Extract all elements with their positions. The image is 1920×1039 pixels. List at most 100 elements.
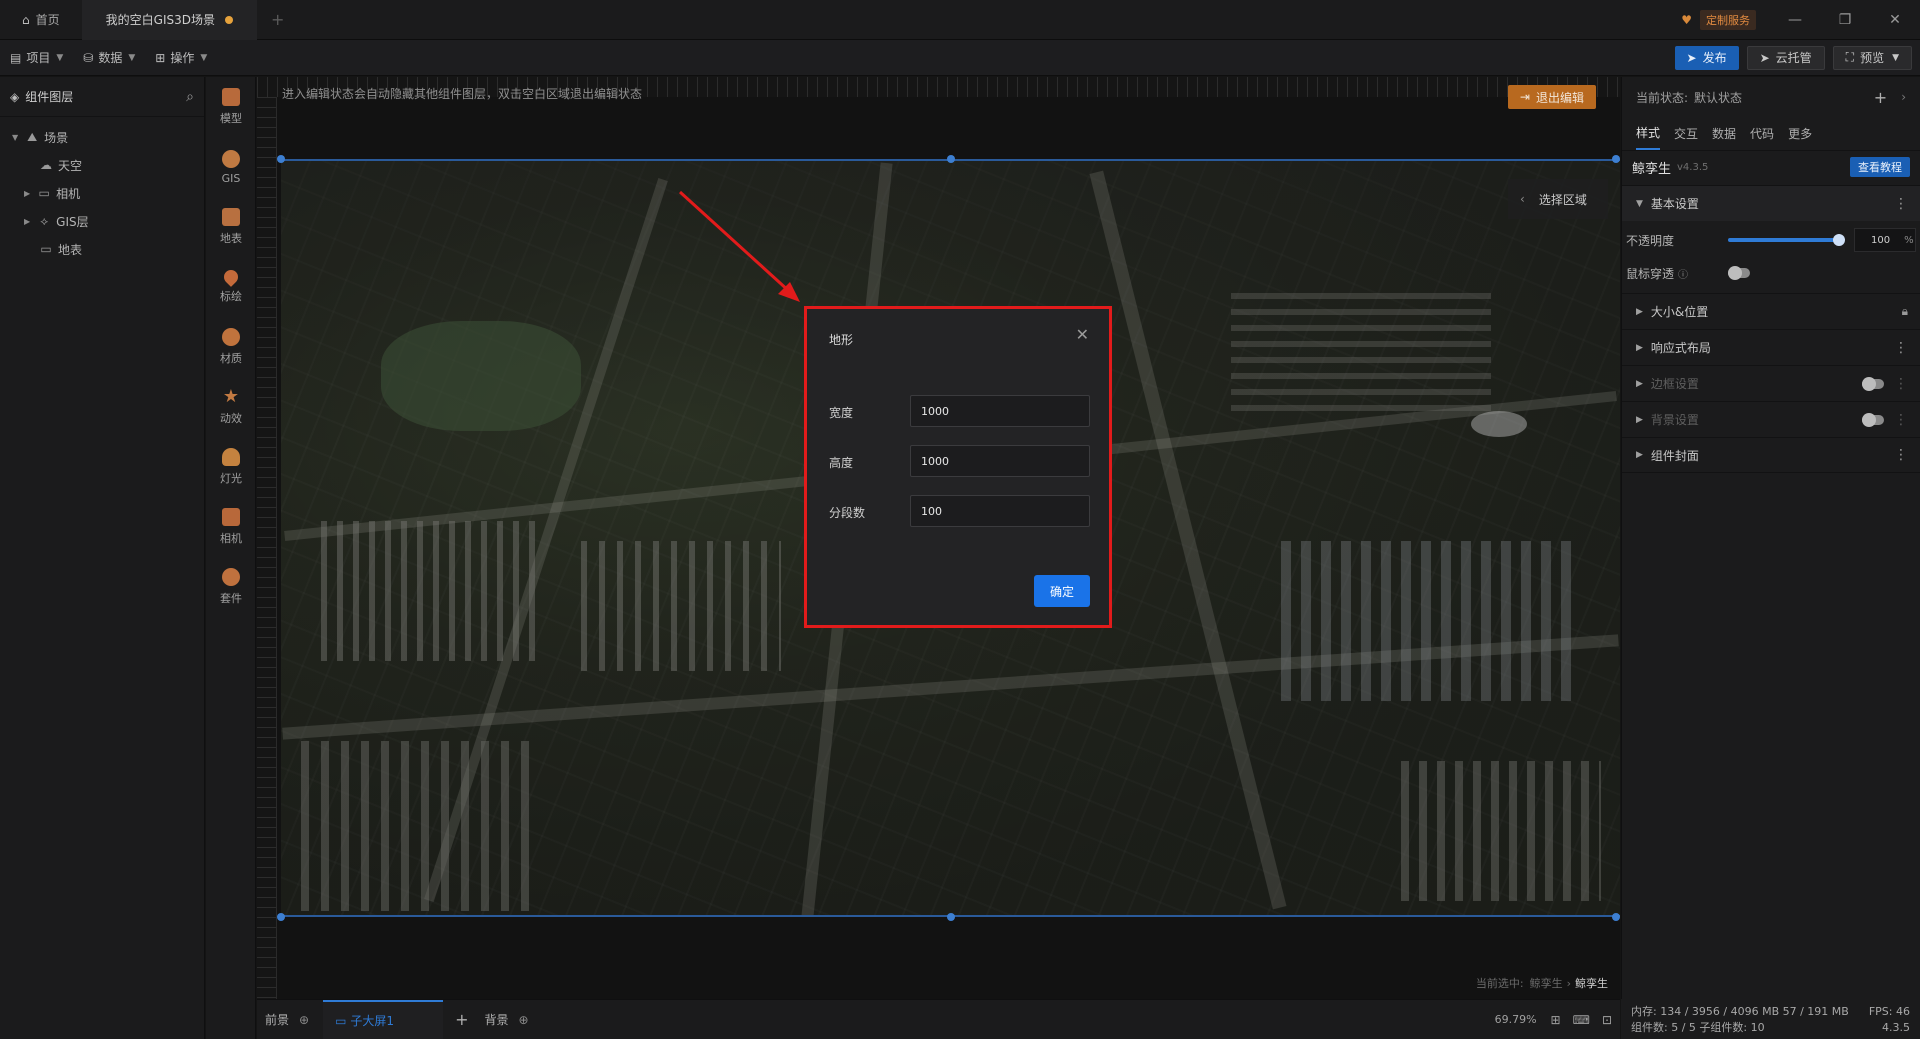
section-cover-label: 组件封面 (1650, 448, 1699, 463)
more-vertical-icon[interactable]: ⋮ (1894, 447, 1908, 463)
publish-button[interactable]: ➤ 发布 (1674, 45, 1739, 70)
strip-label: 相机 (220, 532, 242, 545)
more-vertical-icon[interactable]: ⋮ (1894, 376, 1908, 392)
add-circle-icon[interactable]: ⊕ (519, 1013, 529, 1027)
chevron-left-icon: ‹ (1520, 192, 1525, 206)
menu-project[interactable]: ▤ 项目 ▼ (0, 40, 73, 76)
tree-item-scene[interactable]: ▼ ⛰ 场景 (0, 123, 204, 151)
more-vertical-icon[interactable]: ⋮ (1894, 412, 1908, 428)
new-tab-button[interactable]: + (257, 0, 298, 40)
folder-icon: ▭ (40, 242, 52, 256)
width-input[interactable]: 1000 (910, 395, 1090, 427)
subscreen-tab[interactable]: ▭ 子大屏1 (323, 999, 444, 1039)
exit-edit-button[interactable]: ⇥ 退出编辑 (1507, 85, 1596, 109)
section-background[interactable]: ▶ 背景设置 ⋮ (1622, 401, 1920, 437)
terminal-icon[interactable]: ⊡ (1602, 1013, 1612, 1027)
preview-button[interactable]: ⛶ 预览 ▼ (1832, 45, 1912, 70)
title-bar: ⌂ 首页 我的空白GIS3D场景 + ♥ 定制服务 — ❐ ✕ (0, 0, 1920, 40)
resize-handle[interactable] (277, 913, 285, 921)
strip-item-ground[interactable]: 地表 (206, 197, 256, 257)
background-tab[interactable]: 背景 ⊕ (480, 1000, 532, 1039)
tree-item-sky[interactable]: ☁ 天空 (0, 151, 204, 179)
section-cover[interactable]: ▶ 组件封面 ⋮ (1622, 437, 1920, 473)
close-icon[interactable]: ✕ (1076, 325, 1089, 344)
tab-more[interactable]: 更多 (1788, 118, 1812, 150)
tab-data[interactable]: 数据 (1712, 118, 1736, 150)
fit-screen-icon[interactable]: ⊞ (1551, 1013, 1561, 1027)
chevron-right-icon[interactable]: › (1901, 90, 1906, 104)
opacity-row: 不透明度 100 % (1626, 225, 1916, 255)
strip-item-light[interactable]: 灯光 (206, 437, 256, 497)
exit-edit-label: 退出编辑 (1535, 90, 1584, 105)
tab-interaction[interactable]: 交互 (1674, 118, 1698, 150)
plus-icon[interactable]: + (1874, 88, 1887, 107)
width-label: 宽度 (829, 406, 854, 420)
resize-handle[interactable] (1612, 155, 1620, 163)
strip-item-camera[interactable]: 相机 (206, 497, 256, 557)
resize-handle[interactable] (277, 155, 285, 163)
status-bar: 内存: 134 / 3956 / 4096 MB 57 / 191 MB FPS… (1621, 999, 1920, 1039)
confirm-button[interactable]: 确定 (1034, 575, 1090, 607)
strip-item-effect[interactable]: ★ 动效 (206, 377, 256, 437)
section-responsive[interactable]: ▶ 响应式布局 ⋮ (1622, 329, 1920, 365)
strip-item-model[interactable]: 模型 (206, 77, 256, 137)
tree-item-camera[interactable]: ▶ ▭ 相机 (0, 179, 204, 207)
tree-item-ground[interactable]: ▭ 地表 (0, 235, 204, 263)
opacity-slider[interactable] (1728, 238, 1838, 242)
menu-data[interactable]: ⛁ 数据 ▼ (73, 40, 145, 76)
strip-item-plot[interactable]: 标绘 (206, 257, 256, 317)
menu-operation[interactable]: ⊞ 操作 ▼ (145, 40, 217, 76)
foreground-tab[interactable]: 前景 ⊕ (257, 1000, 317, 1039)
edit-hint: 进入编辑状态会自动隐藏其他组件图层，双击空白区域退出编辑状态 (282, 87, 643, 101)
tree-item-gis-layer[interactable]: ▶ ⟡ GIS层 (0, 207, 204, 235)
minimize-button[interactable]: — (1770, 0, 1820, 40)
state-value[interactable]: 默认状态 (1694, 89, 1742, 106)
tab-home[interactable]: ⌂ 首页 (0, 0, 82, 40)
strip-item-kit[interactable]: 套件 (206, 557, 256, 617)
tab-style[interactable]: 样式 (1636, 118, 1661, 150)
chevron-down-icon: ▼ (1892, 52, 1899, 63)
city-block (581, 541, 781, 671)
resize-handle[interactable] (1612, 913, 1620, 921)
lock-icon[interactable]: 🔒︎ (1902, 304, 1908, 319)
more-vertical-icon[interactable]: ⋮ (1894, 340, 1908, 356)
help-icon[interactable]: ⓘ (1678, 266, 1688, 281)
caret-right-icon: ▶ (1636, 414, 1643, 425)
tab-project[interactable]: 我的空白GIS3D场景 (81, 0, 257, 40)
opacity-slider-thumb[interactable] (1833, 234, 1845, 246)
strip-label: 灯光 (220, 472, 242, 485)
page-tabs-bar: 前景 ⊕ ▭ 子大屏1 + 背景 ⊕ 69.79% ⊞ ⌨ ⊡ (257, 999, 1620, 1039)
segments-input[interactable]: 100 (910, 495, 1090, 527)
select-area-panel[interactable]: ‹ 选择区域 (1508, 179, 1608, 219)
breadcrumb-parent[interactable]: 鲸孪生 (1530, 975, 1563, 991)
opacity-input[interactable]: 100 % (1854, 228, 1916, 252)
close-window-button[interactable]: ✕ (1870, 0, 1920, 40)
zoom-level[interactable]: 69.79% (1495, 1013, 1537, 1026)
search-icon[interactable]: ⌕ (186, 89, 194, 105)
custom-service-button[interactable]: ♥ 定制服务 (1681, 9, 1756, 30)
border-toggle[interactable] (1862, 377, 1884, 391)
caret-down-icon: ▼ (12, 132, 19, 142)
resize-handle[interactable] (947, 913, 955, 921)
tab-project-label: 我的空白GIS3D场景 (105, 13, 215, 27)
tutorial-button[interactable]: 查看教程 (1850, 157, 1910, 177)
tab-code[interactable]: 代码 (1750, 118, 1774, 150)
background-toggle[interactable] (1862, 413, 1884, 427)
add-circle-icon[interactable]: ⊕ (299, 1013, 309, 1027)
restore-button[interactable]: ❐ (1820, 0, 1870, 40)
keyboard-icon[interactable]: ⌨ (1573, 1013, 1590, 1027)
section-size-position[interactable]: ▶ 大小&位置 🔒︎ (1622, 293, 1920, 329)
section-border[interactable]: ▶ 边框设置 ⋮ (1622, 365, 1920, 401)
cloud-host-button[interactable]: ➤ 云托管 (1746, 45, 1825, 70)
component-version: v4.3.5 (1677, 161, 1709, 173)
section-basic[interactable]: ▼ 基本设置 ⋮ (1622, 185, 1920, 221)
resize-handle[interactable] (947, 155, 955, 163)
strip-item-gis[interactable]: GIS (206, 137, 256, 197)
more-vertical-icon[interactable]: ⋮ (1894, 196, 1908, 212)
opacity-label: 不透明度 (1626, 233, 1675, 248)
plus-icon[interactable]: + (455, 1010, 468, 1029)
strip-label: 模型 (220, 112, 242, 125)
mouse-through-toggle[interactable] (1728, 266, 1750, 280)
height-input[interactable]: 1000 (910, 445, 1090, 477)
strip-item-material[interactable]: 材质 (206, 317, 256, 377)
